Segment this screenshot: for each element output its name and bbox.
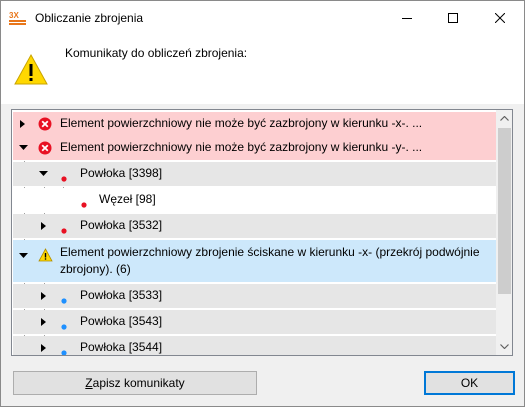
collapse-caret-icon[interactable] — [19, 253, 28, 261]
scrollbar-thumb[interactable] — [498, 128, 511, 294]
scroll-up-button[interactable] — [496, 110, 512, 127]
scroll-up-icon — [500, 116, 509, 121]
tree-row[interactable]: Powłoka [3532] — [13, 214, 496, 238]
row-text: Powłoka [3532] — [80, 218, 163, 232]
close-button[interactable] — [477, 1, 523, 34]
minimize-button[interactable] — [384, 1, 430, 34]
scroll-down-button[interactable] — [496, 338, 512, 355]
row-text: Element powierzchniowy nie może być zazb… — [60, 140, 423, 154]
window-title: Obliczanie zbrojenia — [35, 11, 144, 25]
error-icon — [38, 117, 52, 134]
bullet-icon — [81, 197, 87, 211]
expand-caret-icon[interactable] — [40, 292, 48, 300]
tree-row[interactable]: Powłoka [3533] — [13, 284, 496, 308]
warning-icon — [13, 53, 49, 87]
messages-tree[interactable]: Element powierzchniowy nie może być zazb… — [11, 109, 513, 356]
dialog-window: 3X Obliczanie zbrojenia Komunikaty do ob… — [0, 0, 525, 407]
row-text: Powłoka [3544] — [80, 340, 163, 354]
row-text: Powłoka [3533] — [80, 288, 163, 302]
tree-row[interactable]: Powłoka [3544] — [13, 336, 496, 355]
tree-row[interactable]: Powłoka [3398] — [13, 162, 496, 186]
bullet-icon — [61, 345, 67, 355]
tree-row[interactable]: Element powierzchniowy zbrojenie ściskan… — [13, 240, 496, 282]
row-text: Powłoka [3543] — [80, 314, 163, 328]
header-message: Komunikaty do obliczeń zbrojenia: — [65, 46, 248, 60]
row-text: Powłoka [3398] — [80, 166, 163, 180]
bullet-icon — [61, 293, 67, 307]
save-button-label: apisz komunikaty — [92, 376, 185, 390]
app-logo-icon: 3X — [9, 10, 27, 26]
collapse-caret-icon[interactable] — [39, 171, 48, 179]
save-button-mnemonic: Z — [85, 376, 93, 390]
collapse-caret-icon[interactable] — [19, 145, 28, 153]
vertical-scrollbar[interactable] — [496, 110, 512, 355]
expand-caret-icon[interactable] — [40, 222, 48, 230]
expand-caret-icon[interactable] — [40, 318, 48, 326]
ok-button-label: OK — [460, 376, 479, 390]
title-bar[interactable]: 3X Obliczanie zbrojenia — [1, 1, 524, 34]
tree-row[interactable]: Węzeł [98] — [13, 188, 496, 212]
bullet-icon — [61, 171, 67, 185]
bullet-icon — [61, 319, 67, 333]
tree-row[interactable]: Powłoka [3543] — [13, 310, 496, 334]
row-text: Węzeł [98] — [99, 192, 156, 206]
tree-row[interactable]: Element powierzchniowy nie może być zazb… — [13, 112, 496, 136]
row-text: Element powierzchniowy zbrojenie ściskan… — [60, 245, 480, 276]
error-icon — [38, 141, 52, 158]
scroll-down-icon — [500, 344, 509, 349]
maximize-button[interactable] — [430, 1, 476, 34]
save-messages-button[interactable]: Zapisz komunikaty — [13, 371, 257, 395]
bullet-icon — [61, 223, 67, 237]
expand-caret-icon[interactable] — [19, 120, 27, 128]
expand-caret-icon[interactable] — [40, 344, 48, 352]
svg-text:3X: 3X — [9, 11, 19, 20]
warning-icon — [38, 248, 53, 265]
maximize-icon — [448, 12, 458, 23]
close-icon — [495, 12, 505, 23]
tree-row[interactable]: Element powierzchniowy nie może być zazb… — [13, 136, 496, 160]
dialog-header: Komunikaty do obliczeń zbrojenia: — [1, 34, 524, 104]
minimize-icon — [402, 17, 412, 19]
ok-button[interactable]: OK — [424, 371, 515, 395]
row-text: Element powierzchniowy nie może być zazb… — [60, 116, 423, 130]
